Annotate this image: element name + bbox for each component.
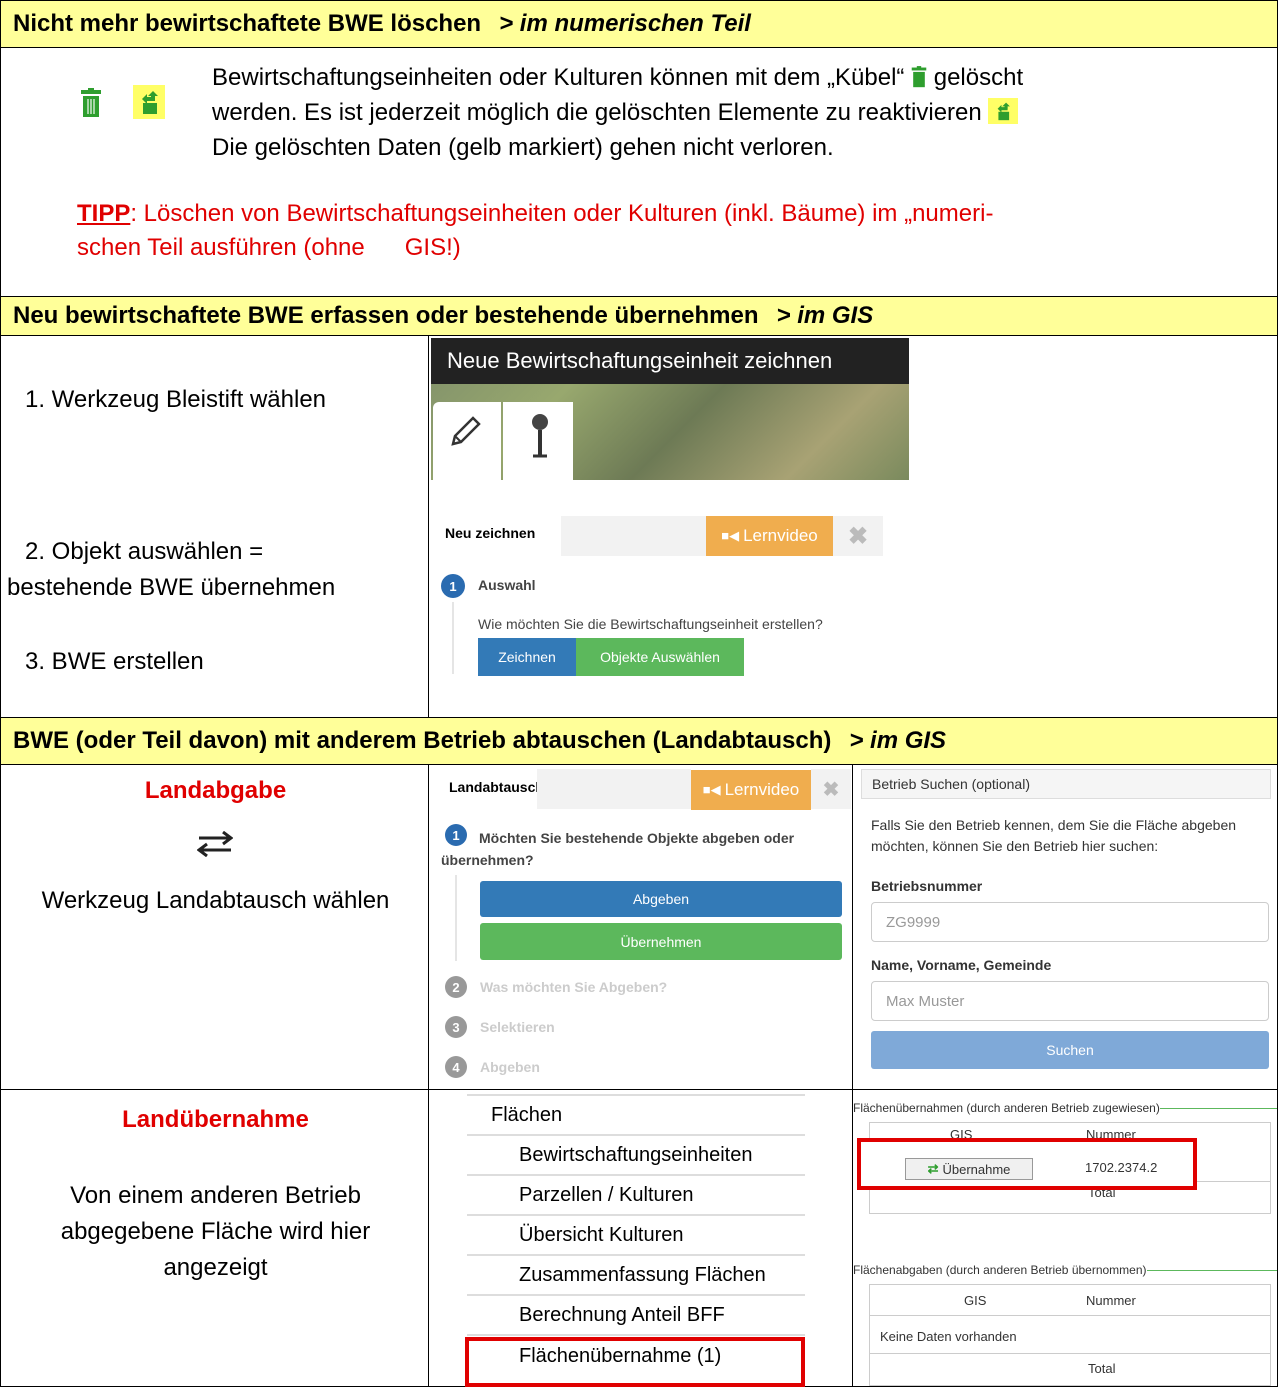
section1-line3: Die gelöschten Daten (gelb markiert) geh…	[212, 134, 834, 161]
table2: GIS Nummer Keine Daten vorhanden Total	[869, 1284, 1271, 1386]
step4-text: Abgeben	[480, 1059, 540, 1075]
menu-zusammenfassung[interactable]: Zusammenfassung Flächen	[467, 1254, 805, 1294]
pin-icon	[532, 414, 548, 458]
step2-text: Was möchten Sie Abgeben?	[480, 979, 668, 995]
menu-uebersicht-kulturen[interactable]: Übersicht Kulturen	[467, 1214, 805, 1254]
section3-right: Betrieb Suchen (optional) Falls Sie den …	[852, 765, 1278, 1090]
step3-text: Selektieren	[480, 1019, 555, 1035]
video-icon: ■◀	[702, 782, 721, 797]
search-header: Betrieb Suchen (optional)	[861, 769, 1271, 799]
section3-middle: Landabtausch ■◀ Lernvideo ✖ 1 Möchten Sie…	[428, 765, 853, 1090]
uebernehmen-button[interactable]: Übernehmen	[480, 923, 842, 960]
panel-tab[interactable]: Landabtausch	[449, 779, 544, 795]
panel-tab-bar	[561, 516, 707, 556]
abgeben-button[interactable]: Abgeben	[480, 881, 842, 917]
step3-text: 3. BWE erstellen	[25, 648, 204, 675]
pencil-icon	[451, 416, 481, 446]
step-line	[452, 602, 454, 674]
step-number-3: 3	[445, 1016, 467, 1038]
row-number: 1702.2374.2	[1085, 1160, 1158, 1175]
inline-reactivate-icon	[988, 98, 1019, 124]
section4-left: Landübernahme Von einem anderen Betrieb …	[0, 1089, 429, 1387]
betriebsnummer-input[interactable]: ZG9999	[871, 902, 1269, 942]
select-objects-button[interactable]: Objekte Auswählen	[576, 638, 744, 676]
desc-line1: Von einem anderen Betrieb	[70, 1182, 361, 1209]
section1-title: Nicht mehr bewirtschaftete BWE löschen	[13, 10, 482, 37]
menu-bewirtschaftungseinheiten[interactable]: Bewirtschaftungseinheiten	[467, 1134, 805, 1174]
swap-icon: ⇄	[927, 1161, 939, 1176]
close-icon[interactable]: ✖	[833, 516, 883, 556]
menu-parzellen-kulturen[interactable]: Parzellen / Kulturen	[467, 1174, 805, 1214]
label-betriebsnummer: Betriebsnummer	[871, 878, 983, 894]
step1-text: Möchten Sie bestehende Objekte abgeben o…	[441, 830, 795, 868]
step2b-text: bestehende BWE übernehmen	[7, 574, 336, 601]
section3-left: Landabgabe Werkzeug Landabtausch wählen	[0, 765, 429, 1090]
search-desc2: möchten, können Sie den Betrieb hier suc…	[871, 838, 1159, 854]
table2-no-data: Keine Daten vorhanden	[880, 1329, 1017, 1344]
landuebernahme-label: Landübernahme	[122, 1106, 309, 1133]
step-title: Auswahl	[478, 577, 536, 593]
step-number-4: 4	[445, 1056, 467, 1078]
highlight-box	[465, 1337, 805, 1387]
section2-title: Neu bewirtschaftete BWE erfassen oder be…	[13, 302, 759, 329]
map-tooltip: Neue Bewirtschaftungseinheit zeichnen	[447, 348, 833, 373]
uebernahme-button[interactable]: ⇄ Übernahme	[905, 1158, 1033, 1180]
section1-context: > im numerischen Teil	[499, 10, 751, 37]
draw-button[interactable]: Zeichnen	[478, 638, 576, 676]
step-number-2: 2	[445, 976, 467, 998]
step1-text: 1. Werkzeug Bleistift wählen	[25, 386, 327, 413]
section1-body: Bewirtschaftungseinheiten oder Kulturen …	[0, 48, 1278, 316]
section3-header: BWE (oder Teil davon) mit anderem Betrie…	[0, 717, 1278, 765]
section2-left: 1. Werkzeug Bleistift wählen 2. Objekt a…	[0, 336, 429, 718]
menu-berechnung-bff[interactable]: Berechnung Anteil BFF	[467, 1294, 805, 1334]
table1-title: Flächenübernahmen (durch anderen Betrieb…	[853, 1100, 1277, 1116]
tool-landabtausch-text: Werkzeug Landabtausch wählen	[41, 887, 390, 914]
section4-right: Flächenübernahmen (durch anderen Betrieb…	[852, 1089, 1278, 1387]
section4-middle: Flächen Bewirtschaftungseinheiten Parzel…	[428, 1089, 853, 1387]
question-text: Wie möchten Sie die Bewirtschaftungseinh…	[478, 616, 823, 632]
desc-line3: angezeigt	[163, 1254, 268, 1281]
step-line	[455, 875, 457, 961]
panel-tab-bar	[537, 769, 691, 809]
tip-line1: TIPP: Löschen von Bewirtschaftungseinhei…	[77, 200, 994, 227]
search-button[interactable]: Suchen	[871, 1031, 1269, 1069]
map-image: Neue Bewirtschaftungseinheit zeichnen	[431, 338, 909, 480]
video-icon: ■◀	[721, 528, 740, 543]
section2-context: > im GIS	[776, 302, 874, 329]
desc-line2: abgegebene Fläche wird hier	[60, 1218, 371, 1245]
name-input[interactable]: Max Muster	[871, 981, 1269, 1021]
section1-header: Nicht mehr bewirtschaftete BWE löschen >…	[0, 0, 1278, 48]
landabgabe-label: Landabgabe	[144, 777, 287, 804]
search-desc1: Falls Sie den Betrieb kennen, dem Sie di…	[871, 817, 1237, 833]
table2-col-gis: GIS	[964, 1293, 987, 1308]
swap-icon	[196, 830, 234, 862]
pin-tool[interactable]	[503, 402, 573, 480]
section3-title: BWE (oder Teil davon) mit anderem Betrie…	[13, 727, 832, 754]
tip-line2: schen Teil ausführen (ohne GIS!)	[77, 234, 461, 261]
section1-line2: werden. Es ist jederzeit möglich die gel…	[212, 98, 1019, 127]
label-name: Name, Vorname, Gemeinde	[871, 957, 1052, 973]
pencil-tool[interactable]	[433, 402, 501, 480]
inline-trash-icon	[911, 66, 927, 95]
table2-col-nummer: Nummer	[1086, 1293, 1136, 1308]
section1-line1: Bewirtschaftungseinheiten oder Kulturen …	[212, 64, 1023, 95]
trash-icon	[80, 88, 102, 123]
section3-context: > im GIS	[849, 727, 947, 754]
tip-label: TIPP	[77, 200, 131, 227]
section2-right: Neue Bewirtschaftungseinheit zeichnen Ne…	[428, 336, 1278, 718]
reactivate-icon	[133, 85, 165, 119]
section2-header: Neu bewirtschaftete BWE erfassen oder be…	[0, 296, 1278, 336]
lernvideo-button[interactable]: ■◀ Lernvideo	[706, 516, 833, 556]
lernvideo-button[interactable]: ■◀ Lernvideo	[691, 770, 811, 810]
step-number-1: 1	[441, 574, 465, 598]
close-icon[interactable]: ✖	[811, 769, 851, 809]
step2a-text: 2. Objekt auswählen =	[25, 538, 264, 565]
table2-title: Flächenabgaben (durch anderen Betrieb üb…	[853, 1262, 1277, 1278]
panel-tab[interactable]: Neu zeichnen	[445, 525, 535, 541]
menu-flaechen[interactable]: Flächen	[467, 1094, 805, 1134]
table2-total: Total	[1088, 1361, 1116, 1376]
